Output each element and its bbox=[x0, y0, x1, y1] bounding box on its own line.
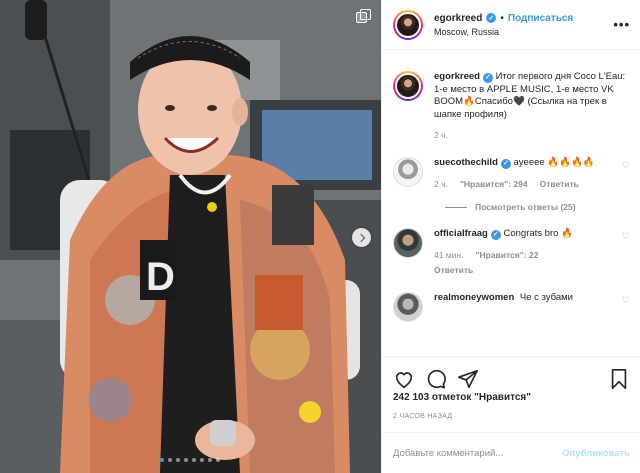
avatar[interactable] bbox=[393, 228, 423, 259]
carousel-dot bbox=[216, 458, 220, 462]
comment-username[interactable]: egorkreed bbox=[434, 71, 480, 82]
verified-icon: ✓ bbox=[500, 158, 511, 169]
publish-button[interactable]: Опубликовать bbox=[562, 448, 630, 459]
post-timestamp[interactable]: 2 ЧАСОВ НАЗАД bbox=[393, 413, 452, 420]
comment-text: ayeeee bbox=[513, 157, 545, 169]
likes-count[interactable]: 242 103 отметок "Нравится" bbox=[393, 392, 531, 403]
comment-time[interactable]: 2 ч. bbox=[434, 179, 448, 190]
fire-emoji: 🔥 bbox=[463, 96, 475, 108]
comment-likes[interactable]: "Нравится": 294 bbox=[460, 179, 528, 190]
comment-time[interactable]: 41 мин. bbox=[434, 250, 463, 261]
carousel-dot bbox=[192, 458, 196, 462]
carousel-dot bbox=[200, 458, 204, 462]
next-slide-button[interactable] bbox=[352, 228, 371, 247]
post-panel: egorkreed ✓ • Подписаться Moscow, Russia… bbox=[381, 0, 640, 473]
comment-time[interactable]: 2 ч. bbox=[434, 130, 448, 141]
comment-input[interactable] bbox=[393, 447, 563, 459]
avatar[interactable] bbox=[393, 157, 423, 188]
carousel-dot bbox=[160, 458, 164, 462]
share-icon[interactable] bbox=[457, 368, 479, 390]
black-heart-emoji: 🖤 bbox=[512, 96, 525, 108]
avatar[interactable] bbox=[393, 292, 423, 323]
list-item: suecothechild ✓ ayeeee 🔥🔥🔥🔥 2 ч. "Нравитс… bbox=[393, 157, 630, 190]
caption: egorkreed ✓ Итог первого дня Coco L'Eau: … bbox=[393, 71, 630, 141]
comment-username[interactable]: realmoneywomen bbox=[434, 292, 514, 303]
view-replies-button[interactable]: Посмотреть ответы (25) bbox=[445, 202, 630, 212]
reply-button[interactable]: Ответить bbox=[434, 265, 473, 276]
like-comment-icon[interactable]: ♡ bbox=[622, 292, 630, 322]
comment-username[interactable]: officialfraag bbox=[434, 228, 488, 239]
carousel-dot bbox=[208, 458, 212, 462]
bookmark-icon[interactable] bbox=[608, 368, 630, 390]
fire-emoji: 🔥🔥🔥🔥 bbox=[547, 157, 595, 169]
like-comment-icon[interactable]: ♡ bbox=[622, 228, 630, 276]
carousel-icon bbox=[356, 9, 371, 23]
verified-icon: ✓ bbox=[482, 72, 493, 83]
avatar[interactable] bbox=[393, 71, 423, 101]
carousel-dot bbox=[184, 458, 188, 462]
heart-icon[interactable] bbox=[393, 368, 415, 390]
follow-button[interactable]: Подписаться bbox=[508, 13, 573, 24]
like-comment-icon[interactable]: ♡ bbox=[622, 157, 630, 190]
avatar[interactable] bbox=[393, 9, 423, 40]
add-comment-bar: Опубликовать bbox=[382, 432, 640, 473]
carousel-dot bbox=[168, 458, 172, 462]
verified-icon: ✓ bbox=[490, 229, 501, 240]
more-options-button[interactable]: ••• bbox=[613, 17, 630, 32]
photo-illustration: D bbox=[0, 0, 381, 473]
view-replies-label: Посмотреть ответы (25) bbox=[475, 202, 576, 213]
svg-text:D: D bbox=[146, 255, 175, 299]
location-link[interactable]: Moscow, Russia bbox=[434, 27, 613, 37]
comment-username[interactable]: suecothechild bbox=[434, 157, 498, 168]
carousel-dot bbox=[176, 458, 180, 462]
comment-icon[interactable] bbox=[425, 368, 447, 390]
comment-text: Че с зубами bbox=[519, 292, 573, 304]
comments-list[interactable]: egorkreed ✓ Итог первого дня Coco L'Eau: … bbox=[382, 51, 640, 356]
post-header: egorkreed ✓ • Подписаться Moscow, Russia… bbox=[382, 0, 640, 50]
reply-button[interactable]: Ответить bbox=[540, 179, 579, 190]
comment-text: Спасибо bbox=[474, 96, 513, 108]
comment-likes[interactable]: "Нравится": 22 bbox=[475, 250, 538, 261]
post-photo[interactable]: D bbox=[0, 0, 381, 473]
carousel-dots bbox=[160, 458, 220, 462]
list-item: officialfraag ✓ Congrats bro 🔥 41 мин. "Н… bbox=[393, 228, 630, 276]
list-item: realmoneywomen Че с зубами ♡ bbox=[393, 292, 630, 323]
fire-emoji: 🔥 bbox=[561, 228, 573, 240]
comment-text: Congrats bro bbox=[503, 228, 559, 240]
verified-icon: ✓ bbox=[486, 13, 497, 23]
author-username[interactable]: egorkreed bbox=[434, 13, 482, 24]
